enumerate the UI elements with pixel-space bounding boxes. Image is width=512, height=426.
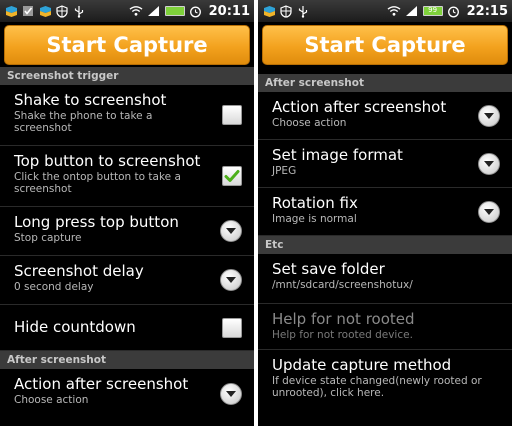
dropdown-button[interactable] [220, 220, 242, 242]
section-header-after-screenshot: After screenshot [258, 74, 512, 92]
status-clock: 22:15 [466, 3, 508, 19]
chevron-down-icon [484, 208, 494, 215]
chevron-down-icon [484, 160, 494, 167]
screenshot-canvas: 20:11 Start Capture Screenshot trigger S… [0, 0, 512, 426]
pref-title: Update capture method [272, 356, 452, 374]
dropdown-button[interactable] [220, 383, 242, 405]
top-button-checkbox[interactable] [222, 166, 242, 186]
app-notification-icon [38, 4, 52, 18]
signal-icon [147, 4, 161, 18]
pref-summary: Shake the phone to take a screenshot [14, 110, 153, 134]
pref-summary: 0 second delay [14, 281, 94, 293]
usb-icon [72, 4, 86, 18]
check-icon [224, 170, 240, 182]
pref-summary: /mnt/sdcard/screenshotux/ [272, 279, 413, 291]
checkbox-notification-icon [21, 4, 35, 18]
status-clock: 20:11 [208, 3, 250, 19]
section-header-after-screenshot: After screenshot [0, 351, 254, 369]
pref-update-capture-method[interactable]: Update capture method If device state ch… [258, 350, 512, 410]
chevron-down-icon [484, 112, 494, 119]
pref-title: Action after screenshot [14, 375, 189, 393]
pref-action-after-screenshot[interactable]: Action after screenshot Choose action [0, 369, 254, 419]
wifi-icon [387, 4, 401, 18]
alarm-icon [189, 4, 203, 18]
pref-long-press-top-button[interactable]: Long press top button Stop capture [0, 207, 254, 256]
alarm-icon [447, 4, 461, 18]
status-bar: 99 22:15 [258, 0, 512, 22]
pref-title: Screenshot delay [14, 262, 144, 280]
section-header-etc: Etc [258, 236, 512, 254]
chevron-down-icon [226, 391, 236, 397]
battery-icon [164, 6, 185, 16]
pref-title: Hide countdown [14, 318, 136, 336]
battery-level: 99 [428, 6, 438, 14]
signal-icon [405, 4, 419, 18]
pref-title: Rotation fix [272, 194, 358, 212]
pref-hide-countdown[interactable]: Hide countdown [0, 305, 254, 351]
pref-summary: If device state changed(newly rooted or … [272, 375, 482, 399]
pref-title: Help for not rooted [272, 310, 415, 328]
right-phone-screen: 99 22:15 Start Capture After screenshot … [258, 0, 512, 426]
left-phone-screen: 20:11 Start Capture Screenshot trigger S… [0, 0, 254, 426]
pref-summary: Help for not rooted device. [272, 329, 413, 341]
shield-notification-icon [55, 4, 69, 18]
section-header-screenshot-trigger: Screenshot trigger [0, 67, 254, 85]
pref-action-after-screenshot[interactable]: Action after screenshot Choose action [258, 92, 512, 140]
pref-screenshot-delay[interactable]: Screenshot delay 0 second delay [0, 256, 254, 305]
pref-title: Long press top button [14, 213, 179, 231]
capture-bar: Start Capture [258, 22, 512, 67]
chevron-down-icon [226, 277, 236, 283]
pref-title: Set image format [272, 146, 403, 164]
hide-countdown-checkbox[interactable] [222, 317, 242, 338]
status-bar: 20:11 [0, 0, 254, 22]
pref-title: Shake to screenshot [14, 91, 167, 109]
pref-top-button-to-screenshot[interactable]: Top button to screenshot Click the ontop… [0, 146, 254, 207]
dropdown-button[interactable] [478, 104, 500, 127]
shake-checkbox[interactable] [222, 105, 242, 125]
app-notification-icon [4, 4, 18, 18]
pref-set-image-format[interactable]: Set image format JPEG [258, 140, 512, 188]
usb-icon [296, 4, 310, 18]
start-capture-button[interactable]: Start Capture [4, 25, 250, 65]
pref-summary: JPEG [272, 165, 297, 177]
dropdown-button[interactable] [478, 200, 500, 223]
pref-summary: Choose action [272, 117, 347, 129]
shield-notification-icon [279, 4, 293, 18]
chevron-down-icon [226, 228, 236, 234]
app-notification-icon [262, 4, 276, 18]
dropdown-button[interactable] [478, 152, 500, 175]
dropdown-button[interactable] [220, 269, 242, 291]
battery-icon: 99 [422, 6, 443, 16]
pref-help-for-not-rooted: Help for not rooted Help for not rooted … [258, 304, 512, 350]
pref-shake-to-screenshot[interactable]: Shake to screenshot Shake the phone to t… [0, 85, 254, 146]
pref-summary: Image is normal [272, 213, 357, 225]
pref-title: Action after screenshot [272, 98, 447, 116]
pref-title: Top button to screenshot [14, 152, 201, 170]
pref-summary: Click the ontop button to take a screens… [14, 171, 181, 195]
pref-summary: Choose action [14, 394, 89, 406]
pref-rotation-fix[interactable]: Rotation fix Image is normal [258, 188, 512, 236]
pref-summary: Stop capture [14, 232, 82, 244]
wifi-icon [129, 4, 143, 18]
capture-bar: Start Capture [0, 22, 254, 67]
start-capture-button[interactable]: Start Capture [262, 25, 508, 65]
pref-set-save-folder[interactable]: Set save folder /mnt/sdcard/screenshotux… [258, 254, 512, 304]
pref-title: Set save folder [272, 260, 385, 278]
